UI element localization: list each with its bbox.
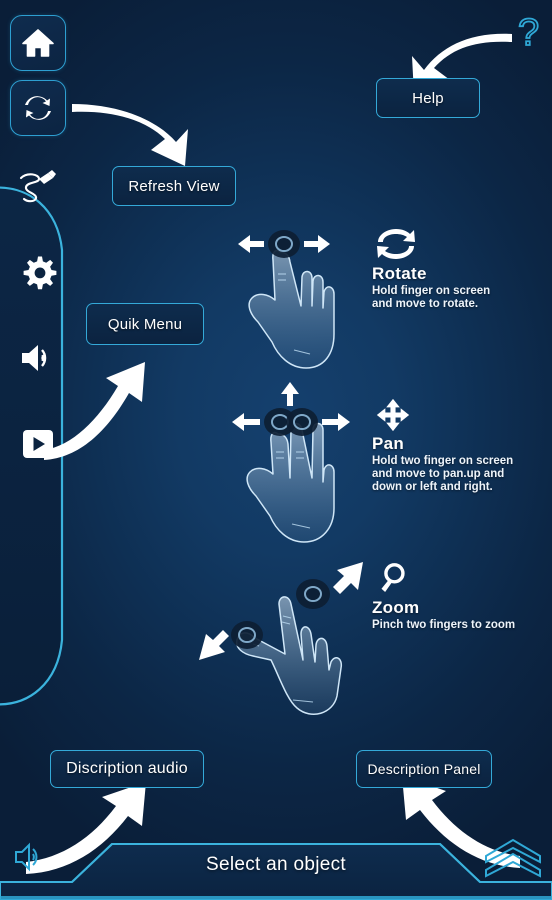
discription-audio-button[interactable]: Discription audio [50, 750, 204, 788]
zoom-title: Zoom [372, 598, 420, 617]
zoom-description: Pinch two fingers to zoom [372, 619, 515, 632]
refresh-button[interactable] [10, 80, 66, 136]
pan-desc-line-1: Hold two finger on screen [372, 455, 514, 467]
home-icon [22, 29, 54, 57]
quik-menu-label: Quik Menu [107, 315, 183, 333]
description-panel-label: Description Panel [367, 761, 481, 777]
question-mark-icon: ? [517, 12, 540, 55]
sidebar-item-draw[interactable] [16, 164, 60, 208]
help-button[interactable]: Help [376, 78, 480, 118]
status-text: Select an object [206, 854, 346, 875]
svg-text:?: ? [518, 12, 539, 54]
refresh-view-button[interactable]: Refresh View [112, 166, 236, 206]
pan-info-block: Pan Hold two finger on screen and move t… [372, 398, 513, 494]
rotate-hand-illustration [238, 230, 335, 369]
refresh-icon [25, 96, 51, 120]
gear-icon [23, 256, 57, 290]
rotate-info-block: Rotate Hold finger on screen and move to… [372, 228, 490, 311]
discription-audio-label: Discription audio [66, 760, 188, 777]
pan-description: Hold two finger on screen and move to pa… [372, 455, 513, 494]
pan-desc-line-2: and move to pan.up and [372, 468, 505, 480]
rotate-title: Rotate [372, 264, 427, 283]
speaker-icon [22, 345, 47, 371]
pan-hand-illustration [232, 382, 350, 543]
quik-menu-button[interactable]: Quik Menu [86, 303, 204, 345]
app-root: ? Help Refresh View Quik Menu Discriptio… [0, 0, 552, 900]
rotate-description: Hold finger on screen and move to rotate… [372, 285, 490, 311]
play-icon [23, 430, 53, 458]
rotate-desc-line-1: Hold finger on screen [372, 285, 491, 297]
pan-desc-line-3: down or left and right. [372, 481, 493, 493]
bottom-status-bar: Select an object [0, 838, 552, 900]
zoom-desc-line-1: Pinch two fingers to zoom [372, 619, 516, 631]
magnifier-icon [381, 563, 405, 592]
description-panel-button[interactable]: Description Panel [356, 750, 492, 788]
sidebar-item-play[interactable] [16, 422, 60, 466]
speaker-icon[interactable] [12, 840, 48, 874]
brush-icon [19, 170, 56, 203]
zoom-hand-illustration [199, 562, 363, 715]
double-chevron-up-icon[interactable] [482, 836, 544, 880]
pan-title: Pan [372, 434, 405, 453]
rotate-desc-line-2: and move to rotate. [372, 298, 479, 310]
home-button[interactable] [10, 15, 66, 71]
zoom-info-block: Zoom Pinch two fingers to zoom [372, 562, 515, 632]
help-label: Help [412, 89, 444, 107]
sidebar-item-audio[interactable] [16, 336, 60, 380]
pan-icon [376, 398, 410, 432]
sidebar-item-settings[interactable] [16, 250, 60, 294]
refresh-view-label: Refresh View [128, 177, 220, 195]
rotate-icon [377, 229, 415, 259]
